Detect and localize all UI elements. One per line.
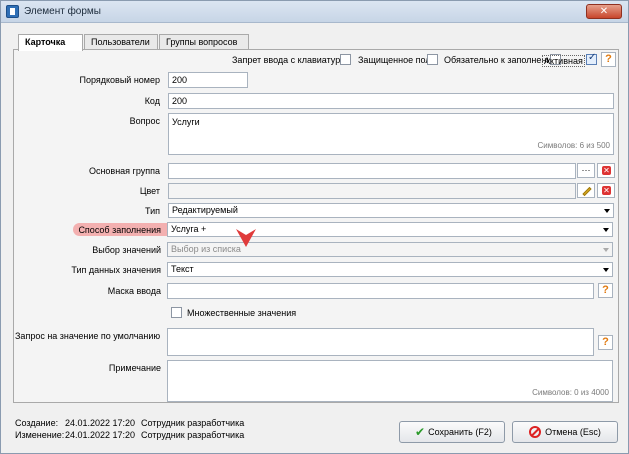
window-title: Элемент формы [24,6,101,17]
created-by: Сотрудник разработчика [141,418,245,428]
close-button[interactable]: ✕ [586,4,622,19]
multiple-values-label: Множественные значения [187,308,297,318]
chevron-down-icon [603,228,609,232]
data-type-label: Тип данных значения [71,265,161,275]
tab-card[interactable]: Карточка [18,34,83,51]
tab-content-lower: Способ заполнения Услуга + Выбор значени… [13,49,619,403]
arrow-down-icon [236,229,256,247]
audit-info: Создание: 24.01.2022 17:20 Сотрудник разра… [15,417,244,441]
checkmark-icon: ✔ [414,425,426,439]
tab-users[interactable]: Пользователи [84,34,158,50]
note-textarea[interactable]: Символов: 0 из 4000 [167,360,613,402]
mask-input[interactable] [167,283,594,299]
default-query-help-button[interactable]: ? [598,335,613,350]
cancel-icon [529,426,541,438]
tab-question-groups[interactable]: Группы вопросов [159,34,249,50]
mask-help-button[interactable]: ? [598,283,613,298]
chevron-down-icon [603,268,609,272]
fill-method-label: Способ заполнения [78,225,161,235]
multiple-values-checkbox[interactable] [171,307,182,318]
cancel-button[interactable]: Отмена (Esc) [512,421,618,443]
default-query-input[interactable] [167,328,594,356]
save-button[interactable]: ✔ Сохранить (F2) [399,421,505,443]
fill-method-value: Услуга + [171,224,207,234]
default-query-label: Запрос на значение по умолчанию [15,331,161,341]
data-type-select[interactable]: Текст [167,262,613,277]
data-type-value: Текст [171,264,194,274]
value-choice-value: Выбор из списка [171,244,241,254]
created-date: 24.01.2022 17:20 [65,418,136,428]
form-element-dialog: Элемент формы ✕ Карточка Пользователи Гр… [0,0,629,454]
modified-by: Сотрудник разработчика [141,430,245,440]
value-choice-label: Выбор значений [92,245,161,255]
mask-label: Маска ввода [107,286,161,296]
title-bar[interactable]: Элемент формы ✕ [1,1,628,23]
created-label: Создание: [15,418,59,428]
app-icon [6,5,19,18]
note-label: Примечание [108,363,161,373]
modified-label: Изменение: [15,430,65,440]
chevron-down-icon [603,248,609,252]
note-char-counter: Символов: 0 из 4000 [532,388,609,397]
modified-date: 24.01.2022 17:20 [65,430,136,440]
